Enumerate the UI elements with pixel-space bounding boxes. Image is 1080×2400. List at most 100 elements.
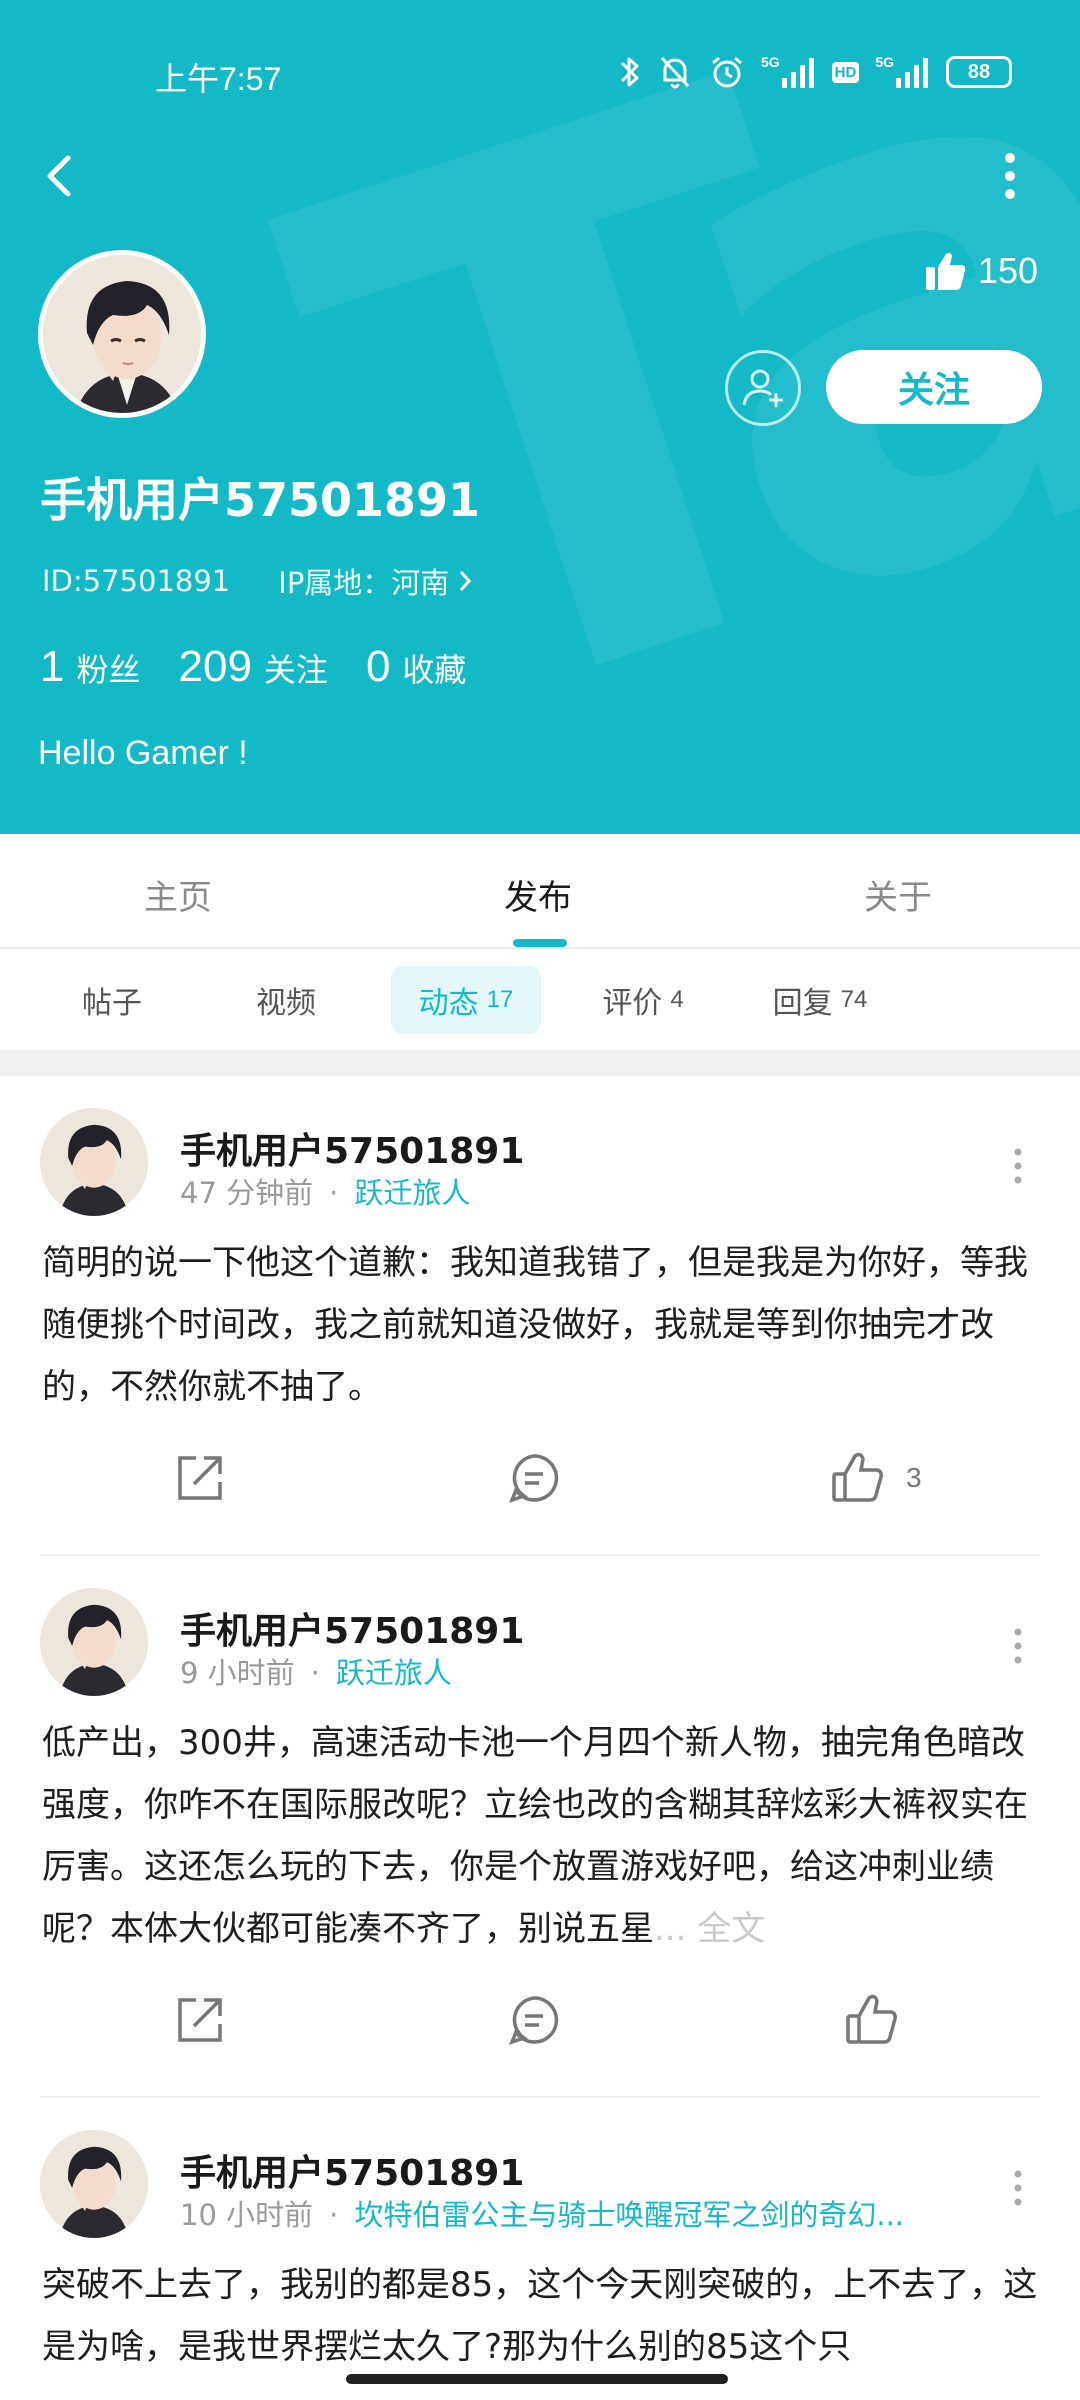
- stat-label: 收藏: [402, 651, 467, 689]
- post-author[interactable]: 手机用户57501891: [180, 2144, 524, 2196]
- avatar-image: [40, 1588, 148, 1696]
- stat-number: 209: [178, 642, 252, 691]
- chevron-right-icon: [460, 571, 472, 591]
- thumbs-up-icon: [846, 1994, 897, 2044]
- stat-favorites[interactable]: 0 收藏: [366, 642, 467, 692]
- like-button[interactable]: [844, 1992, 920, 2048]
- status-time: 上午7:57: [155, 61, 282, 97]
- subtab-replies[interactable]: 回复 74: [750, 966, 890, 1034]
- add-user-icon: [742, 369, 783, 407]
- stat-label: 关注: [263, 651, 328, 689]
- alarm-icon: [711, 56, 742, 88]
- avatar-image: [43, 255, 201, 413]
- post-avatar[interactable]: [40, 1588, 148, 1696]
- tab-about[interactable]: 关于: [864, 870, 932, 919]
- post-avatar[interactable]: [40, 2130, 148, 2238]
- more-vertical-icon[interactable]: [1008, 1626, 1028, 1666]
- comment-button[interactable]: [506, 1992, 562, 2048]
- comment-button[interactable]: [506, 1450, 562, 1506]
- subtab-label: 评价: [602, 986, 663, 1021]
- chevron-left-icon: [47, 155, 71, 197]
- post-text: 低产出，300井，高速活动卡池一个月四个新人物，抽完角色暗改强度，你咋不在国际服…: [42, 1723, 1028, 1949]
- profile-avatar[interactable]: [38, 250, 206, 418]
- status-bar: 上午7:57 5G HD 5G 88: [0, 40, 1080, 110]
- signal-icon: [781, 58, 814, 88]
- network-label: 5G: [760, 54, 780, 70]
- post-content[interactable]: 突破不上去了，我别的都是85，这个今天刚突破的，上不去了，这是为啥，是我世界摆烂…: [42, 2254, 1042, 2382]
- like-count: 3: [906, 1462, 922, 1493]
- more-vertical-icon[interactable]: [1008, 2168, 1028, 2208]
- feed-post[interactable]: 手机用户57501891 9 小时前 · 跃迁旅人 低产出，300井，高速活动卡池一…: [0, 1556, 1080, 2098]
- share-icon: [178, 1456, 222, 1500]
- subtab-label: 动态: [418, 986, 479, 1021]
- post-time: 9 小时前: [180, 1656, 295, 1690]
- stat-label: 粉丝: [76, 651, 141, 689]
- more-options-button[interactable]: [990, 148, 1030, 204]
- ip-location-link[interactable]: IP属地：河南: [278, 560, 473, 602]
- post-content[interactable]: 简明的说一下他这个道歉：我知道我错了，但是我是为你好，等我随便挑个时间改，我之前…: [42, 1232, 1042, 1418]
- hd-badge: HD: [831, 61, 860, 83]
- avatar-image: [40, 2130, 148, 2238]
- profile-likes: 150: [924, 250, 1038, 292]
- profile-bio: Hello Gamer !: [38, 734, 248, 772]
- post-meta: 9 小时前 · 跃迁旅人: [180, 1650, 452, 1692]
- add-friend-button[interactable]: [725, 350, 801, 426]
- post-game-tag[interactable]: 跃迁旅人: [336, 1656, 452, 1690]
- feed-post[interactable]: 手机用户57501891 47 分钟前 · 跃迁旅人 简明的说一下他这个道歉：我知道…: [0, 1076, 1080, 1556]
- post-avatar[interactable]: [40, 1108, 148, 1216]
- subtab-count: 17: [486, 986, 514, 1013]
- post-author[interactable]: 手机用户57501891: [180, 1602, 524, 1654]
- post-meta: 10 小时前 · 坎特伯雷公主与骑士唤醒冠军之剑的奇幻...: [180, 2192, 980, 2234]
- post-content[interactable]: 低产出，300井，高速活动卡池一个月四个新人物，抽完角色暗改强度，你咋不在国际服…: [42, 1712, 1042, 1960]
- comment-icon: [508, 1454, 559, 1503]
- profile-username: 手机用户57501891: [40, 473, 481, 527]
- thumbs-up-icon: [832, 1452, 883, 1502]
- feed-post[interactable]: 手机用户57501891 10 小时前 · 坎特伯雷公主与骑士唤醒冠军之剑的奇幻..…: [0, 2098, 1080, 2398]
- battery-icon: 88: [946, 56, 1012, 88]
- follow-button[interactable]: 关注: [826, 350, 1042, 424]
- main-tab-bar: 主页 发布 关于: [0, 834, 1080, 949]
- user-id: ID:57501891: [42, 564, 231, 598]
- subtab-reviews[interactable]: 评价 4: [578, 966, 708, 1034]
- tab-posts[interactable]: 发布: [504, 870, 572, 919]
- profile-stats: 1 粉丝 209 关注 0 收藏: [40, 642, 466, 692]
- avatar-image: [40, 1108, 148, 1216]
- meta-dot: ·: [310, 1656, 320, 1690]
- subtab-videos[interactable]: 视频: [224, 966, 348, 1034]
- sub-tab-bar: 帖子 视频 动态 17 评价 4 回复 74: [0, 952, 1080, 1050]
- share-icon: [178, 1998, 222, 2042]
- stat-following[interactable]: 209 关注: [179, 642, 328, 692]
- home-indicator[interactable]: [346, 2374, 728, 2384]
- bluetooth-icon: [620, 57, 639, 87]
- stat-number: 1: [40, 642, 65, 691]
- stat-number: 0: [365, 642, 391, 691]
- subtab-label: 视频: [256, 986, 316, 1021]
- expand-full-text[interactable]: ... 全文: [654, 1909, 765, 1949]
- share-button[interactable]: [172, 1992, 228, 2048]
- post-game-tag[interactable]: 跃迁旅人: [354, 1176, 470, 1210]
- post-author[interactable]: 手机用户57501891: [180, 1122, 524, 1174]
- subtab-count: 4: [670, 986, 684, 1013]
- post-time: 47 分钟前: [180, 1176, 314, 1210]
- comment-icon: [508, 1996, 559, 2045]
- more-vertical-icon: [1005, 153, 1015, 199]
- tab-home[interactable]: 主页: [144, 870, 212, 919]
- signal-icon-2: [896, 58, 928, 88]
- post-time: 10 小时前: [180, 2198, 314, 2232]
- subtab-threads[interactable]: 帖子: [50, 966, 174, 1034]
- battery-level: 88: [967, 60, 991, 83]
- profile-meta: ID:57501891 IP属地：河南: [42, 560, 473, 602]
- share-button[interactable]: [172, 1450, 228, 1506]
- subtab-moments[interactable]: 动态 17: [391, 966, 541, 1034]
- status-icons: 5G HD 5G 88: [619, 54, 1012, 90]
- meta-dot: ·: [329, 2198, 339, 2232]
- meta-dot: ·: [329, 1176, 339, 1210]
- post-game-tag[interactable]: 坎特伯雷公主与骑士唤醒冠军之剑的奇幻...: [354, 2198, 904, 2232]
- like-button[interactable]: 3: [830, 1450, 922, 1506]
- stat-followers[interactable]: 1 粉丝: [40, 642, 141, 692]
- more-vertical-icon[interactable]: [1008, 1146, 1028, 1186]
- ip-location: IP属地：河南: [278, 566, 450, 600]
- back-button[interactable]: [40, 148, 80, 204]
- post-meta: 47 分钟前 · 跃迁旅人: [180, 1170, 470, 1212]
- network-label-2: 5G: [875, 54, 894, 70]
